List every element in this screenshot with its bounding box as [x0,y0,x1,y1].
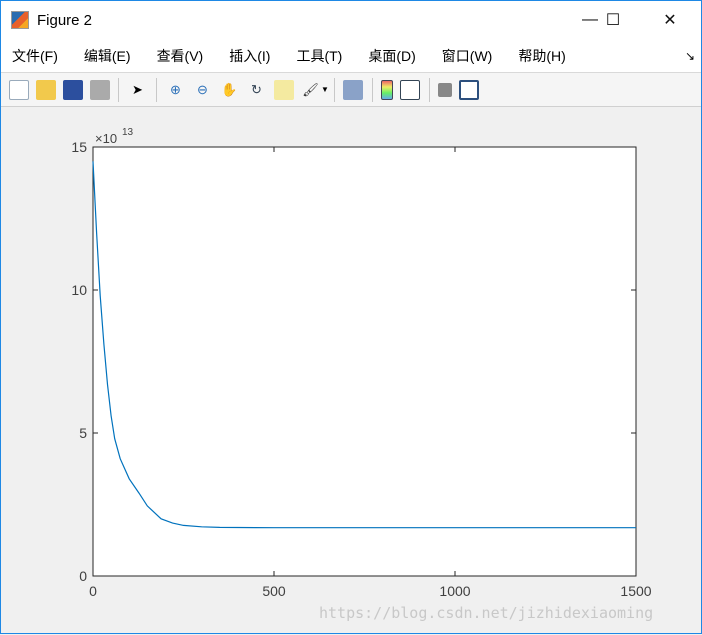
x-tick-label: 0 [89,583,97,599]
y-tick-label: 15 [71,139,87,155]
y-tick-label: 10 [71,282,87,298]
y-exponent: 13 [122,127,134,138]
y-tick-label: 5 [79,425,87,441]
watermark: https://blog.csdn.net/jizhidexiaoming [319,604,654,622]
y-tick-label: 0 [79,568,87,584]
axes-box [92,146,637,577]
y-exponent-label: ×10 [95,131,117,146]
figure-canvas: 0 500 1000 1500 0 5 10 15 ×10 13 [71,127,651,599]
x-tick-label: 1000 [439,583,470,599]
x-tick-label: 1500 [620,583,651,599]
x-tick-label: 500 [262,583,286,599]
